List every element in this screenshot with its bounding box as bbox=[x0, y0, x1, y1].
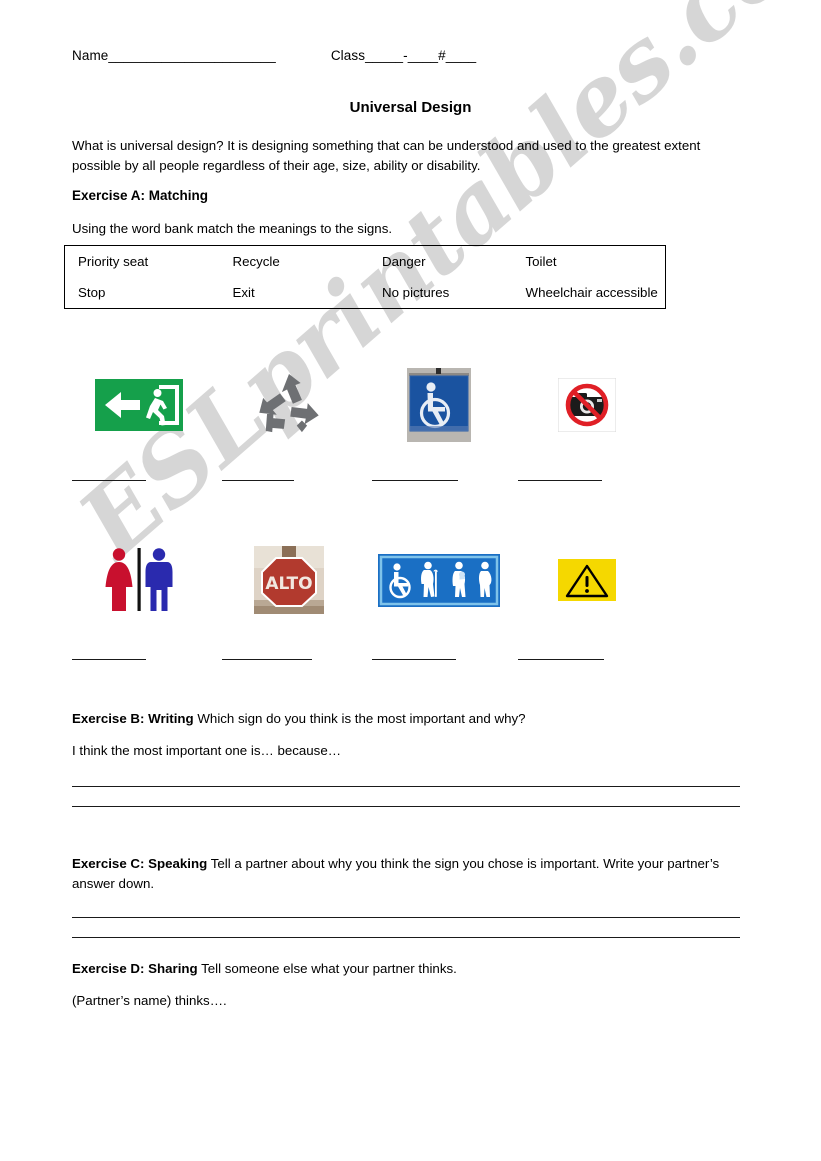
danger-sign bbox=[512, 525, 662, 635]
stop-sign-text: ALTO bbox=[265, 574, 312, 594]
exercise-b-answer-line-2[interactable] bbox=[72, 806, 740, 807]
class-blank-1[interactable]: _____ bbox=[365, 48, 403, 63]
word-bank-cell: Stop bbox=[78, 285, 106, 300]
answer-blank-8[interactable] bbox=[518, 659, 604, 660]
student-info-row: Name______________________ Class_____-___… bbox=[72, 48, 476, 63]
table-row: Priority seat Recycle Danger Toilet bbox=[65, 246, 665, 277]
exercise-c-heading: Exercise C: Speaking Tell a partner abou… bbox=[72, 854, 744, 894]
word-bank-cell: Wheelchair accessible bbox=[525, 285, 658, 300]
exercise-d-heading: Exercise D: Sharing Tell someone else wh… bbox=[72, 959, 744, 979]
priority-seat-sign-graphic bbox=[378, 553, 500, 607]
exit-sign bbox=[64, 350, 214, 460]
class-label: Class bbox=[330, 48, 366, 63]
signs-row-2: ALTO bbox=[64, 525, 676, 645]
no-pictures-sign-graphic bbox=[558, 378, 616, 432]
class-blank-3[interactable]: ____ bbox=[446, 48, 476, 63]
no-pictures-sign bbox=[512, 350, 662, 460]
recycle-sign bbox=[214, 350, 364, 460]
signs-row-1 bbox=[64, 350, 676, 470]
intro-paragraph: What is universal design? It is designin… bbox=[72, 138, 701, 173]
word-bank-cell: Priority seat bbox=[78, 254, 149, 269]
exercise-a-instruction: Using the word bank match the meanings t… bbox=[72, 221, 393, 236]
answer-blank-1[interactable] bbox=[72, 480, 146, 481]
name-blank[interactable]: ______________________ bbox=[108, 48, 275, 63]
word-bank-cell: Danger bbox=[381, 254, 426, 269]
worksheet-page: ESLprintables.com Name__________________… bbox=[0, 0, 821, 1161]
word-bank-cell: Exit bbox=[232, 285, 255, 300]
answer-blank-7[interactable] bbox=[372, 659, 456, 660]
recycle-sign-graphic bbox=[259, 374, 319, 433]
exercise-d-prompt: Tell someone else what your partner thin… bbox=[197, 961, 457, 976]
wheelchair-accessible-sign bbox=[364, 350, 514, 460]
page-title: Universal Design bbox=[349, 99, 472, 116]
exercise-a-title: Exercise A: Matching bbox=[72, 188, 209, 203]
wheelchair-accessible-sign-graphic bbox=[407, 368, 471, 442]
answer-blank-4[interactable] bbox=[518, 480, 602, 481]
exit-sign-graphic bbox=[95, 379, 183, 431]
word-bank-cell: Recycle bbox=[232, 254, 280, 269]
exercise-b-prompt: Which sign do you think is the most impo… bbox=[193, 711, 526, 726]
exercise-d-label: Exercise D: Sharing bbox=[72, 961, 198, 976]
word-bank-table: Priority seat Recycle Danger Toilet Stop… bbox=[64, 245, 666, 309]
exercise-d-starter: (Partner’s name) thinks…. bbox=[72, 993, 227, 1008]
stop-sign-graphic: ALTO bbox=[254, 546, 324, 614]
exercise-b-answer-line-1[interactable] bbox=[72, 786, 740, 787]
name-label: Name bbox=[72, 48, 109, 63]
answer-blank-5[interactable] bbox=[72, 659, 146, 660]
exercise-c-answer-line-1[interactable] bbox=[72, 917, 740, 918]
toilet-sign-graphic bbox=[105, 548, 173, 611]
danger-sign-graphic bbox=[558, 559, 616, 601]
number-symbol: # bbox=[438, 48, 446, 63]
answer-blank-2[interactable] bbox=[222, 480, 294, 481]
exercise-b-starter: I think the most important one is… becau… bbox=[72, 743, 342, 758]
exercise-b-heading: Exercise B: Writing Which sign do you th… bbox=[72, 709, 744, 729]
answer-blank-6[interactable] bbox=[222, 659, 312, 660]
exercise-c-label: Exercise C: Speaking bbox=[72, 856, 208, 871]
toilet-sign bbox=[64, 525, 214, 635]
priority-seat-sign bbox=[364, 525, 514, 635]
table-row: Stop Exit No pictures Wheelchair accessi… bbox=[65, 277, 665, 308]
exercise-c-answer-line-2[interactable] bbox=[72, 937, 740, 938]
stop-sign: ALTO bbox=[214, 525, 364, 635]
exercise-b-label: Exercise B: Writing bbox=[72, 711, 194, 726]
answer-blank-3[interactable] bbox=[372, 480, 458, 481]
word-bank-cell: No pictures bbox=[381, 285, 450, 300]
class-blank-2[interactable]: ____ bbox=[408, 48, 438, 63]
word-bank-cell: Toilet bbox=[525, 254, 557, 269]
